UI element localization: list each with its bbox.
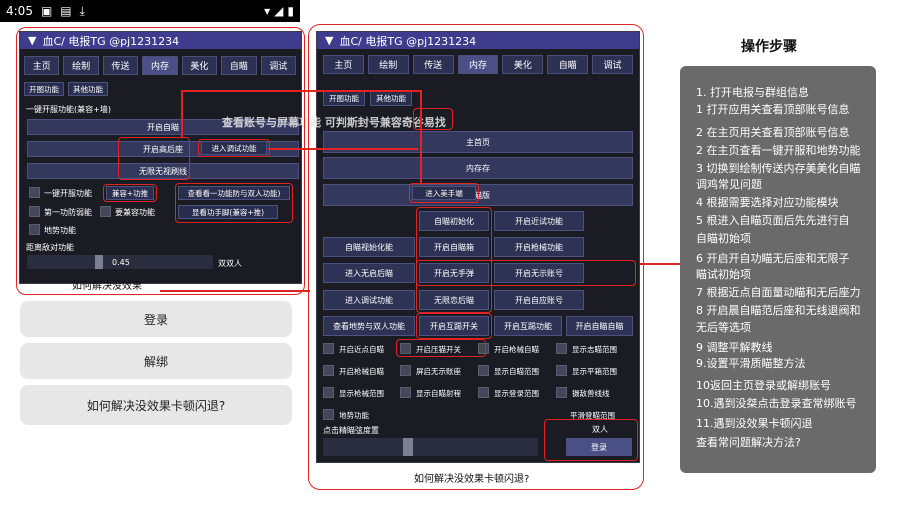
annotation-line-2 xyxy=(181,90,183,138)
step-item-15: 9.设置平滑质瞄整方法 xyxy=(696,357,806,370)
wifi-icon: ▾ xyxy=(264,4,271,18)
login-button[interactable]: 登录 xyxy=(20,301,292,337)
step-item-1: 1 打开应用关查看顶部账号信息 xyxy=(696,103,850,116)
annotation-center-login xyxy=(544,419,638,461)
status-bar: 4:05 ▣ ▤ ⤓ ▾ ◢ ▮ xyxy=(0,0,300,22)
annotation-left-btn-group xyxy=(118,137,190,180)
signal-icon: ◢ xyxy=(274,4,284,18)
step-item-17: 10.遇到没桀点击登录查常绑账号 xyxy=(696,397,857,410)
image-icon: ▤ xyxy=(60,4,72,18)
step-item-9: 6 开启开自功瞄无后座和无限子 xyxy=(696,252,850,265)
annotation-line-5 xyxy=(640,263,680,265)
annotation-center-check xyxy=(396,339,486,357)
annotation-line-6 xyxy=(160,290,310,292)
notification-icon: ▣ xyxy=(40,4,53,18)
faq-button[interactable]: 如何解决没效果卡顿闪退? xyxy=(20,385,292,425)
download-icon: ⤓ xyxy=(79,3,85,18)
step-item-11: 7 根据近点自面量动瞄和无后座力 xyxy=(696,286,861,299)
step-item-13: 无后等选项 xyxy=(696,321,751,334)
step-item-2: 2 在主页用关查看顶部账号信息 xyxy=(696,126,850,139)
step-item-5: 调鸡常见问题 xyxy=(696,178,762,191)
annotation-line-3 xyxy=(268,148,418,150)
step-item-16: 10返回主页登录或解绑账号 xyxy=(696,379,831,392)
battery-icon: ▮ xyxy=(287,4,294,18)
step-item-19: 查看常问题解决方法? xyxy=(696,436,801,449)
step-item-8: 自瞄初始项 xyxy=(696,232,751,245)
step-item-14: 9 调整平解教线 xyxy=(696,341,773,354)
steps-title: 操作步骤 xyxy=(741,39,797,55)
step-item-7: 5 根进入自瞄页面后先先进行自 xyxy=(696,214,850,227)
annotation-line-4 xyxy=(420,90,422,185)
annotation-left-side-buttons xyxy=(175,183,293,223)
step-item-12: 8 开启晨自瞄范后座和无线退阀和 xyxy=(696,304,861,317)
step-item-3: 2 在主页查看一键开服和地势功能 xyxy=(696,144,861,157)
step-item-10: 瞄试初始项 xyxy=(696,268,751,281)
annotation-line-1 xyxy=(181,90,421,92)
status-time: 4:05 xyxy=(6,4,33,18)
annotation-center-row5 xyxy=(416,313,492,339)
step-item-18: 11.遇到没效果卡顿闪退 xyxy=(696,417,813,430)
annotation-center-row3 xyxy=(416,260,636,286)
annotation-left-compat xyxy=(103,184,157,202)
annotation-left-debug-tag xyxy=(198,139,270,157)
annotation-center-overlay xyxy=(413,108,453,130)
annotation-center-enter xyxy=(409,183,479,203)
unbind-button[interactable]: 解绑 xyxy=(20,343,292,379)
step-item-4: 3 切换到绘制传送内存美美化自瞄 xyxy=(696,162,861,175)
step-item-6: 4 根据需要选择对应功能模块 xyxy=(696,196,839,209)
step-item-0: 1. 打开电报与群组信息 xyxy=(696,86,809,99)
